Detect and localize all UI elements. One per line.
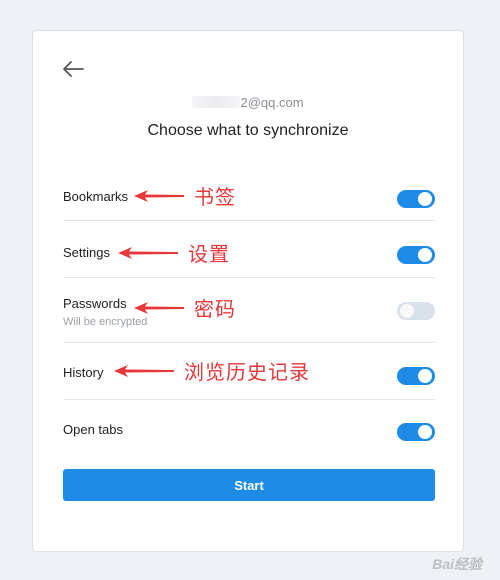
toggle-knob	[400, 304, 414, 318]
sync-row-settings: Settings	[63, 221, 435, 278]
account-email-text: 2@qq.com	[240, 95, 304, 110]
watermark: Bai经验	[432, 556, 482, 572]
sync-row-label: Bookmarks	[63, 189, 129, 204]
settings-toggle[interactable]	[397, 246, 435, 264]
bookmarks-toggle[interactable]	[397, 190, 435, 208]
sync-card: 2@qq.com Choose what to synchronize Book…	[32, 30, 464, 552]
sync-row-label: History	[63, 365, 104, 380]
toggle-knob	[418, 425, 432, 439]
sync-row-label: Open tabs	[63, 422, 123, 437]
history-toggle[interactable]	[397, 367, 435, 385]
page-title: Choose what to synchronize	[147, 122, 349, 139]
email-redaction	[192, 96, 241, 108]
sync-row-open-tabs: Open tabs	[63, 400, 435, 455]
sync-row-label: Passwords	[63, 296, 127, 311]
open-tabs-toggle[interactable]	[397, 423, 435, 441]
passwords-toggle[interactable]	[397, 302, 435, 320]
sync-row-bookmarks: Bookmarks	[63, 179, 435, 221]
back-arrow-icon[interactable]	[61, 59, 85, 79]
sync-row-history: History	[63, 343, 435, 400]
toggle-knob	[418, 192, 432, 206]
account-email: 2@qq.com	[33, 95, 463, 110]
start-button[interactable]: Start	[63, 469, 435, 501]
sync-row-passwords: Passwords Will be encrypted	[63, 278, 435, 343]
sync-row-sublabel: Will be encrypted	[63, 316, 148, 328]
toggle-knob	[418, 369, 432, 383]
sync-row-label: Settings	[63, 245, 110, 260]
toggle-knob	[418, 248, 432, 262]
